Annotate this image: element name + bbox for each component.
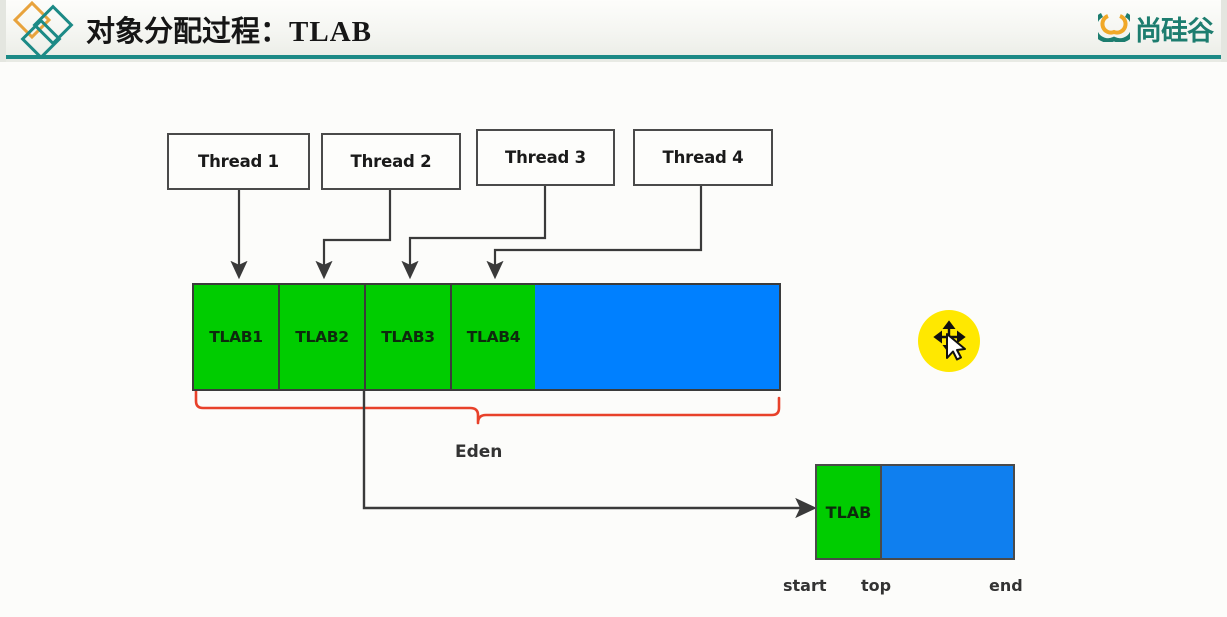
slide-edge-left: [0, 0, 6, 62]
tlab-detail-label: TLAB: [825, 502, 872, 522]
eden-segment-tlab2[interactable]: TLAB2: [278, 285, 364, 389]
slide-edge-right: [1221, 0, 1227, 62]
brand-logo: 尚硅谷: [1092, 8, 1214, 48]
slide-root: 对象分配过程：TLAB 尚硅谷 Thread 1 Thread 2 Thread…: [0, 0, 1227, 617]
tlab-marker-top: top: [861, 576, 892, 595]
eden-segment-tlab1[interactable]: TLAB1: [194, 285, 278, 389]
eden-segment-label: TLAB3: [381, 328, 435, 346]
u-ring-icon: [1092, 10, 1136, 47]
thread-box-label: Thread 4: [662, 148, 744, 167]
tlab-marker-end: end: [989, 576, 1023, 595]
eden-segment-label: TLAB4: [466, 328, 521, 346]
move-cursor-icon: [930, 318, 976, 364]
eden-region-label: Eden: [455, 442, 503, 462]
thread-box-4[interactable]: Thread 4: [633, 129, 773, 186]
tlab-detail-used: TLAB: [817, 466, 882, 558]
thread-box-label: Thread 3: [505, 148, 586, 167]
eden-segment-label: TLAB2: [295, 328, 349, 346]
eden-segment-tlab4[interactable]: TLAB4: [450, 285, 535, 389]
page-title: 对象分配过程：TLAB: [86, 8, 372, 50]
thread-box-label: Thread 2: [350, 152, 432, 171]
brand-name: 尚硅谷: [1135, 15, 1214, 47]
page-title-cn: 对象分配过程：: [86, 14, 290, 48]
tlab-marker-start: start: [783, 576, 827, 595]
slide-header: 对象分配过程：TLAB 尚硅谷: [0, 0, 1227, 62]
thread-box-3[interactable]: Thread 3: [476, 129, 615, 186]
page-title-code: TLAB: [289, 16, 372, 48]
eden-segment-label: TLAB1: [209, 328, 263, 346]
eden-segment-tlab3[interactable]: TLAB3: [364, 285, 450, 389]
thread-box-label: Thread 1: [198, 152, 279, 171]
tlab-detail-box: TLAB: [815, 464, 1015, 560]
thread-box-2[interactable]: Thread 2: [321, 133, 461, 190]
eden-memory-bar: TLAB1 TLAB2 TLAB3 TLAB4: [192, 283, 781, 391]
diamond-logo-icon: [8, 0, 74, 60]
thread-box-1[interactable]: Thread 1: [167, 133, 310, 190]
